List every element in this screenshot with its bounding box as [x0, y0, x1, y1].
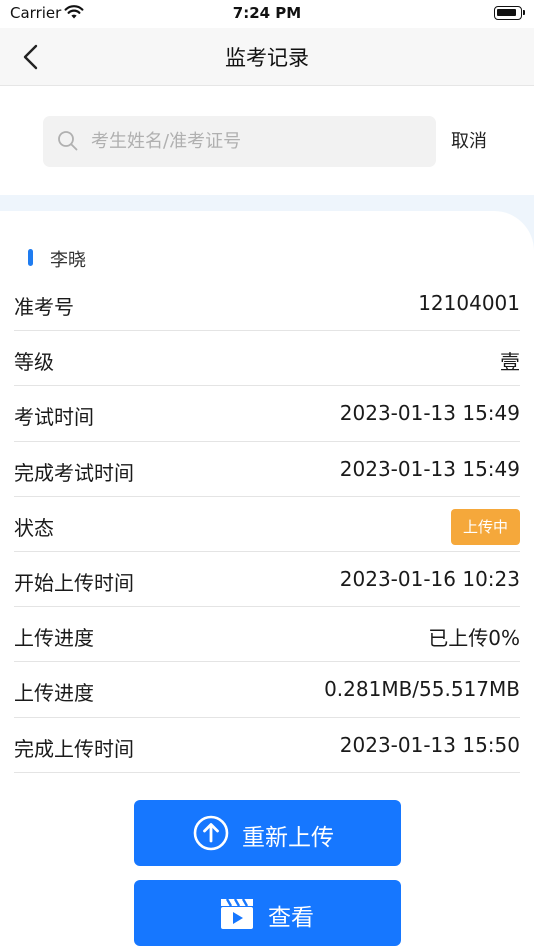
row-label: 上传进度	[14, 626, 94, 651]
row-label: 准考号	[14, 295, 74, 319]
view-label: 查看	[268, 905, 314, 931]
row-label: 考试时间	[14, 405, 94, 430]
row-status: 状态 上传中	[14, 497, 520, 552]
name-marker	[28, 249, 33, 266]
cancel-button[interactable]: 取消	[451, 127, 487, 153]
row-exam-number: 准考号 12104001	[14, 276, 520, 332]
reupload-label: 重新上传	[242, 825, 334, 851]
record-details: 准考号 12104001 等级 壹 考试时间 2023-01-13 15:49 …	[14, 276, 520, 773]
reupload-button[interactable]: 重新上传	[134, 800, 401, 866]
view-button[interactable]: 查看	[134, 880, 401, 946]
status-badge: 上传中	[450, 508, 520, 545]
row-value: 已上传0%	[428, 626, 520, 651]
search-icon	[57, 130, 79, 156]
search-box[interactable]	[43, 116, 436, 167]
battery-icon	[494, 6, 525, 20]
row-level: 等级 壹	[14, 331, 520, 387]
search-area: 取消	[0, 87, 534, 195]
row-value: 2023-01-13 15:50	[339, 732, 520, 757]
row-upload-finish-time: 完成上传时间 2023-01-13 15:50	[14, 718, 520, 773]
row-label: 状态	[14, 515, 54, 540]
row-exam-finish-time: 完成考试时间 2023-01-13 15:49	[14, 442, 520, 497]
row-upload-progress-percent: 上传进度 已上传0%	[14, 607, 520, 663]
row-label: 等级	[14, 350, 54, 375]
row-value: 壹	[500, 350, 520, 375]
examinee-name: 李晓	[50, 250, 86, 271]
row-value: 2023-01-13 15:49	[339, 401, 520, 426]
search-input[interactable]	[91, 116, 421, 167]
row-value: 0.281MB/55.517MB	[324, 677, 520, 702]
row-label: 开始上传时间	[14, 570, 134, 595]
page-title: 监考记录	[225, 46, 309, 70]
row-exam-time: 考试时间 2023-01-13 15:49	[14, 386, 520, 442]
row-upload-progress-size: 上传进度 0.281MB/55.517MB	[14, 662, 520, 718]
upload-circle-icon	[192, 814, 230, 858]
nav-bar: 监考记录	[0, 28, 534, 86]
row-value: 2023-01-16 10:23	[339, 566, 520, 591]
row-label: 上传进度	[14, 681, 94, 706]
row-value: 12104001	[418, 291, 520, 315]
video-clapper-icon	[218, 894, 256, 938]
row-value: 2023-01-13 15:49	[339, 456, 520, 481]
clock: 7:24 PM	[232, 4, 302, 22]
row-label: 完成上传时间	[14, 736, 134, 761]
status-bar: Carrier 7:24 PM	[0, 0, 534, 28]
row-upload-start-time: 开始上传时间 2023-01-16 10:23	[14, 552, 520, 608]
row-label: 完成考试时间	[14, 460, 134, 485]
